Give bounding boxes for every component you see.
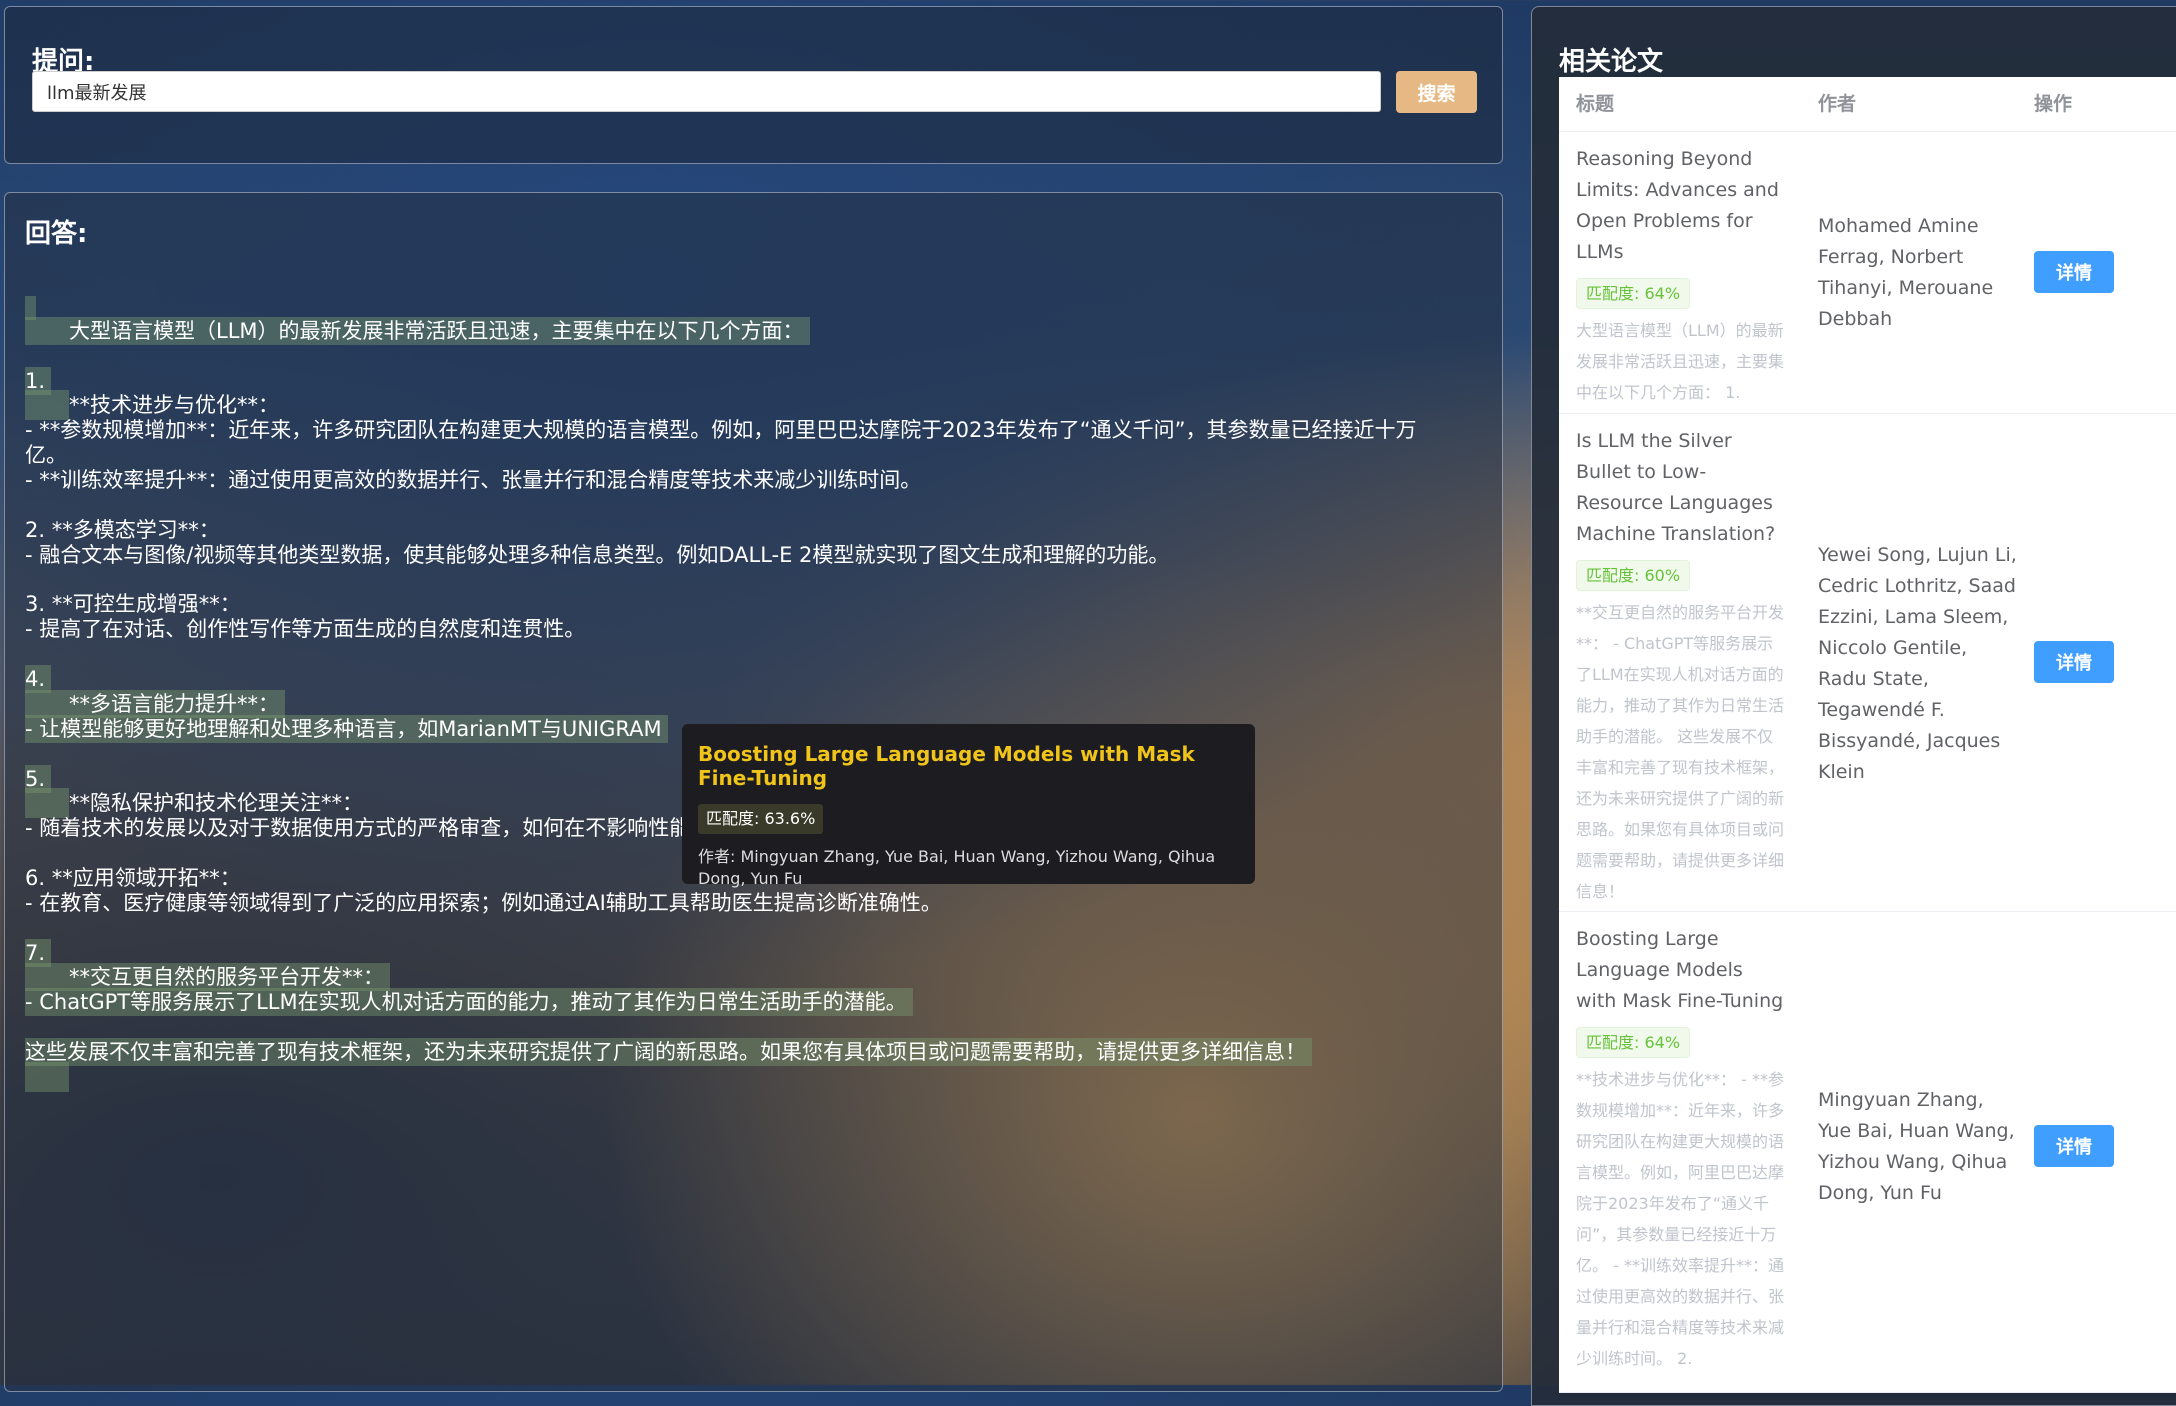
answer-item-text: - 让模型能够更好地理解和处理多种语言，如MarianMT与UNIGRAM <box>25 715 668 743</box>
search-button[interactable]: 搜索 <box>1396 71 1477 113</box>
answer-line: 大型语言模型（LLM）的最新发展非常活跃且迅速，主要集中在以下几个方面： <box>25 316 810 346</box>
answer-item-heading: **多语言能力提升**： <box>69 692 279 716</box>
answer-line: - 在教育、医疗健康等领域得到了广泛的应用探索；例如通过AI辅助工具帮助医生提高… <box>25 891 942 915</box>
detail-button[interactable]: 详情 <box>2034 641 2114 683</box>
match-badge: 匹配度: 60% <box>1576 560 1691 591</box>
match-badge: 匹配度: 64% <box>1576 1027 1691 1058</box>
answer-item-heading: **隐私保护和技术伦理关注**： <box>69 791 363 815</box>
detail-button[interactable]: 详情 <box>2034 1125 2114 1167</box>
answer-line: - 提高了在对话、创作性写作等方面生成的自然度和连贯性。 <box>25 617 586 641</box>
table-row: Reasoning Beyond Limits: Advances and Op… <box>1559 132 2176 414</box>
tooltip-authors: 作者: Mingyuan Zhang, Yue Bai, Huan Wang, … <box>698 847 1216 888</box>
paper-title: Boosting Large Language Models with Mask… <box>1576 928 1784 1012</box>
answer-conclusion: 这些发展不仅丰富和完善了现有技术框架，还为未来研究提供了广阔的新思路。如果您有具… <box>25 1038 1312 1066</box>
match-badge: 匹配度: 64% <box>1576 278 1691 309</box>
table-row: Is LLM the Silver Bullet to Low-Resource… <box>1559 414 2176 912</box>
paper-title: Reasoning Beyond Limits: Advances and Op… <box>1576 148 1779 263</box>
answer-line: - **参数规模增加**：近年来，许多研究团队在构建更大规模的语言模型。例如，阿… <box>25 418 1417 442</box>
answer-item-text: - ChatGPT等服务展示了LLM在实现人机对话方面的能力，推动了其作为日常生… <box>25 988 913 1016</box>
tooltip-match-badge: 匹配度: 63.6% <box>698 804 824 834</box>
papers-table: 标题 作者 操作 Reasoning Beyond Limits: Advanc… <box>1559 77 2176 1393</box>
paper-snippet: **技术进步与优化**： - **参数规模增加**：近年来，许多研究团队在构建更… <box>1576 1070 1785 1368</box>
answer-line: - **训练效率提升**：通过使用更高效的数据并行、张量并行和混合精度等技术来减… <box>25 468 922 492</box>
related-papers-heading: 相关论文 <box>1559 47 1664 77</box>
question-input[interactable] <box>32 71 1381 112</box>
column-header-title: 标题 <box>1576 93 1615 115</box>
column-header-author: 作者 <box>1818 93 1857 115</box>
question-panel: 提问: 搜索 <box>4 6 1503 164</box>
answer-line: - ChatGPT等服务展示了LLM在实现人机对话方面的能力，推动了其作为日常生… <box>25 987 913 1017</box>
table-row: Boosting Large Language Models with Mask… <box>1559 912 2176 1393</box>
answer-line: - 让模型能够更好地理解和处理多种语言，如MarianMT与UNIGRAM <box>25 714 668 744</box>
answer-line: - 融合文本与图像/视频等其他类型数据，使其能够处理多种信息类型。例如DALL-… <box>25 543 1170 567</box>
answer-line: 这些发展不仅丰富和完善了现有技术框架，还为未来研究提供了广阔的新思路。如果您有具… <box>25 1037 1312 1067</box>
answer-item-heading: **技术进步与优化**： <box>69 393 279 417</box>
answer-highlight-marker <box>25 1062 69 1092</box>
answer-intro: 大型语言模型（LLM）的最新发展非常活跃且迅速，主要集中在以下几个方面： <box>69 319 804 343</box>
answer-heading: 回答: <box>25 219 88 249</box>
paper-authors: Mingyuan Zhang, Yue Bai, Huan Wang, Yizh… <box>1818 1089 2015 1204</box>
paper-snippet: **交互更自然的服务平台开发**： - ChatGPT等服务展示了LLM在实现人… <box>1576 603 1785 901</box>
tooltip-title: Boosting Large Language Models with Mask… <box>698 742 1195 790</box>
detail-button[interactable]: 详情 <box>2034 251 2114 293</box>
column-header-action: 操作 <box>2034 93 2073 115</box>
related-papers-panel: 相关论文 标题 作者 操作 Reasoning Beyond Limits: A… <box>1531 6 2176 1406</box>
table-header: 标题 作者 操作 <box>1559 77 2176 132</box>
answer-item-heading: **交互更自然的服务平台开发**： <box>69 965 384 989</box>
paper-authors: Yewei Song, Lujun Li, Cedric Lothritz, S… <box>1818 544 2017 783</box>
paper-snippet: 大型语言模型（LLM）的最新发展非常活跃且迅速，主要集中在以下几个方面： 1. <box>1576 321 1785 402</box>
paper-tooltip: Boosting Large Language Models with Mask… <box>682 724 1255 888</box>
paper-authors: Mohamed Amine Ferrag, Norbert Tihanyi, M… <box>1818 215 1994 330</box>
paper-title: Is LLM the Silver Bullet to Low-Resource… <box>1576 430 1776 545</box>
